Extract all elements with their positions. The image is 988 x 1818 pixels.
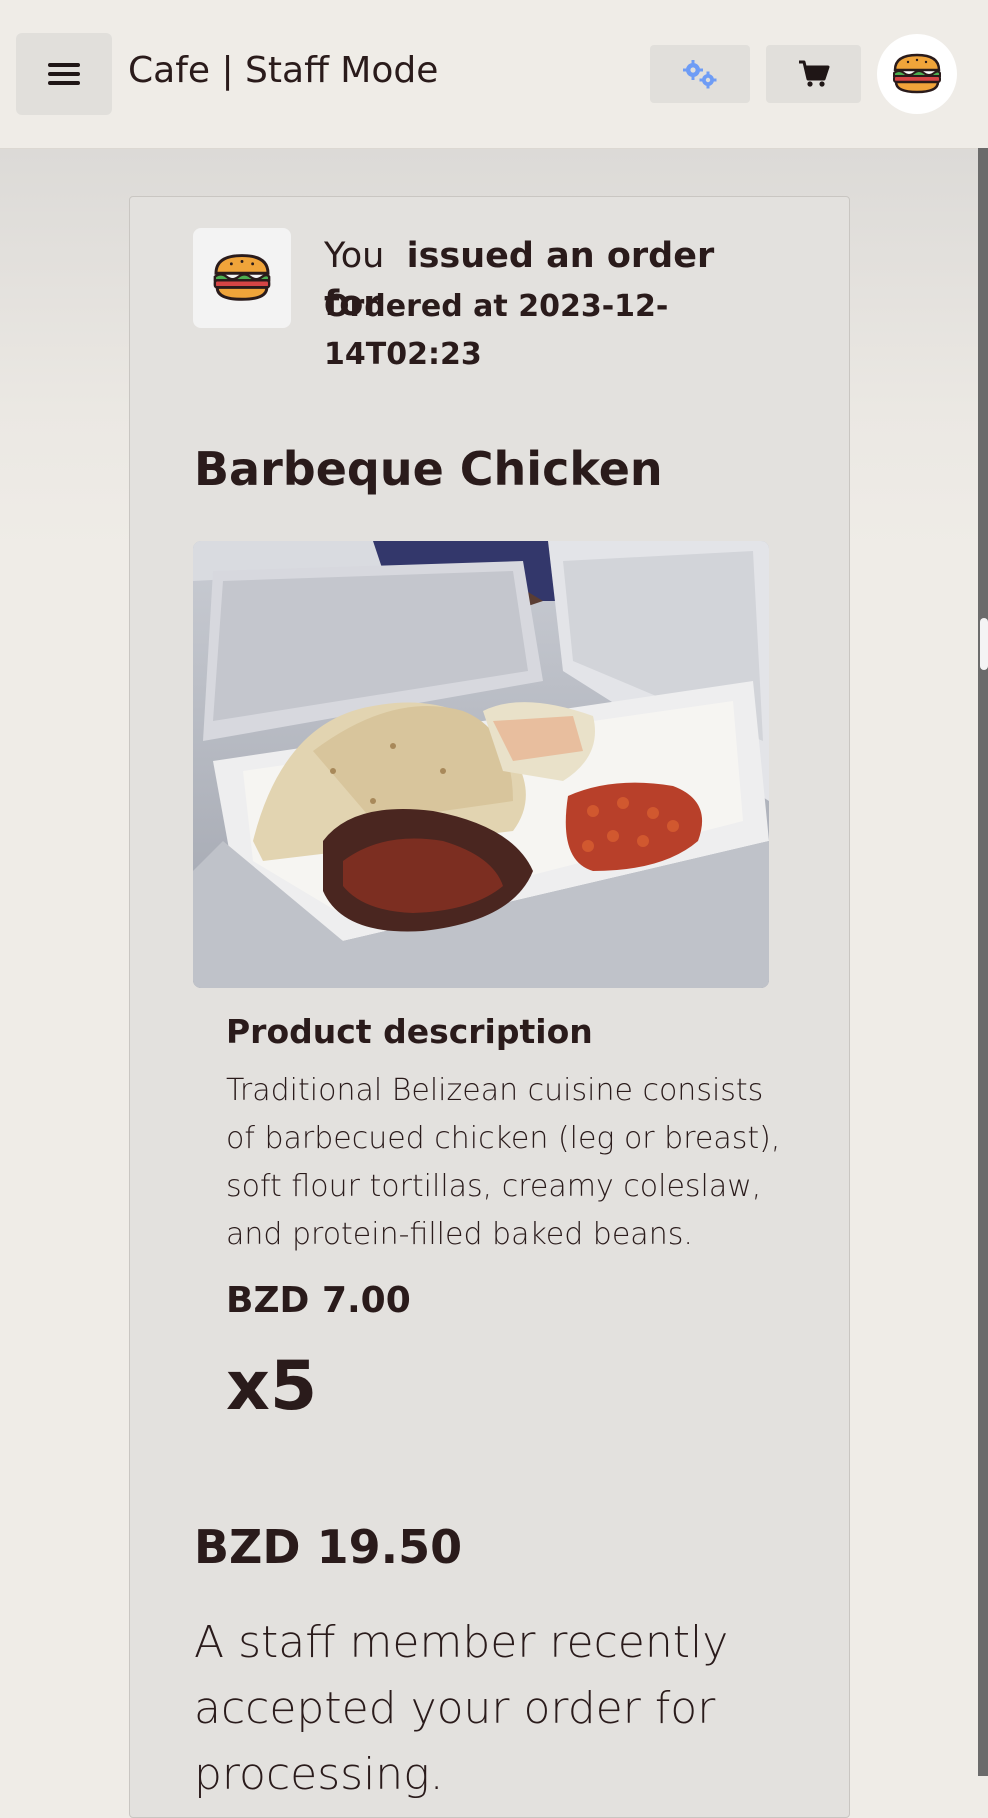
top-app-bar: Cafe | Staff Mode: [0, 0, 988, 149]
scrollbar-thumb[interactable]: [980, 618, 988, 670]
order-status-message: A staff member recently accepted your or…: [194, 1617, 729, 1800]
user-avatar[interactable]: [877, 34, 957, 114]
shopping-cart-icon: [798, 60, 829, 87]
product-name: Barbeque Chicken: [194, 442, 663, 496]
notice-you: You: [324, 236, 385, 276]
order-total: BZD 19.50: [194, 1520, 463, 1574]
hamburger-menu-icon: [48, 58, 80, 90]
staff-settings-button[interactable]: [650, 45, 750, 103]
menu-button[interactable]: [16, 33, 112, 115]
burger-icon: [213, 254, 271, 301]
scrollbar-track[interactable]: [978, 148, 988, 1776]
order-avatar: [193, 228, 291, 328]
barbeque-chicken-meal-photo: [193, 541, 769, 988]
burger-icon: [893, 53, 941, 94]
unit-price: BZD 7.00: [226, 1280, 411, 1321]
product-description: Traditional Belizean cuisine consists of…: [226, 1073, 781, 1252]
app-title: Cafe | Staff Mode: [128, 50, 439, 91]
gears-icon: [683, 60, 717, 89]
cart-button[interactable]: [766, 45, 861, 103]
ordered-at: Ordered at 2023-12-14T02:23: [324, 289, 669, 372]
description-heading: Product description: [226, 1012, 593, 1051]
product-photo: [193, 541, 769, 988]
quantity: x5: [226, 1347, 318, 1426]
order-card: [129, 196, 850, 1818]
